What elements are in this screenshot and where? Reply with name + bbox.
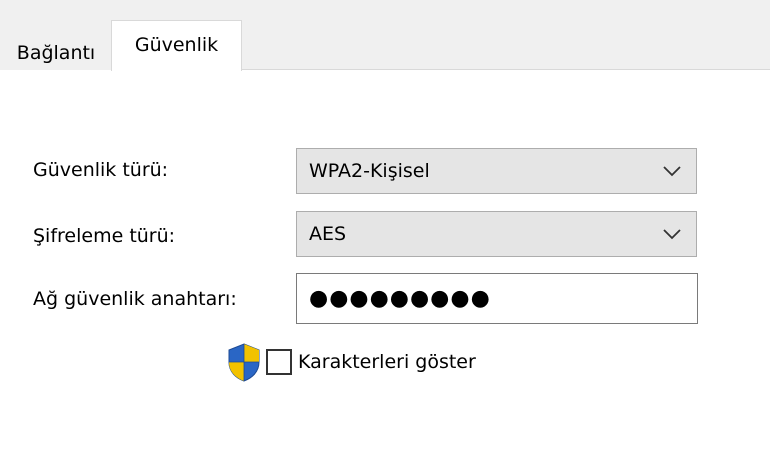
chevron-down-icon [663, 166, 681, 177]
security-type-select[interactable]: WPA2-Kişisel [296, 148, 697, 194]
security-type-value: WPA2-Kişisel [309, 160, 430, 182]
tab-connection-label: Bağlantı [16, 41, 96, 64]
tab-security-label: Güvenlik [134, 33, 219, 56]
tab-connection[interactable]: Bağlantı [0, 30, 112, 70]
security-type-label: Güvenlik türü: [33, 159, 169, 181]
show-characters-checkbox[interactable] [266, 349, 292, 375]
tab-strip: Bağlantı Güvenlik [0, 0, 770, 71]
network-key-masked-value: ●●●●●●●●● [309, 286, 491, 311]
show-characters-label[interactable]: Karakterleri göster [298, 352, 476, 372]
encryption-type-select[interactable]: AES [296, 211, 697, 257]
network-key-input[interactable]: ●●●●●●●●● [296, 273, 698, 324]
uac-shield-icon [228, 343, 260, 382]
tab-security[interactable]: Güvenlik [111, 20, 242, 71]
encryption-type-value: AES [309, 223, 347, 245]
wireless-properties-window: Bağlantı Güvenlik Güvenlik türü: WPA2-Ki… [0, 0, 770, 466]
chevron-down-icon [663, 229, 681, 240]
show-characters-row: Karakterleri göster [226, 342, 476, 382]
encryption-type-label: Şifreleme türü: [33, 225, 176, 247]
network-key-label: Ağ güvenlik anahtarı: [33, 288, 237, 310]
